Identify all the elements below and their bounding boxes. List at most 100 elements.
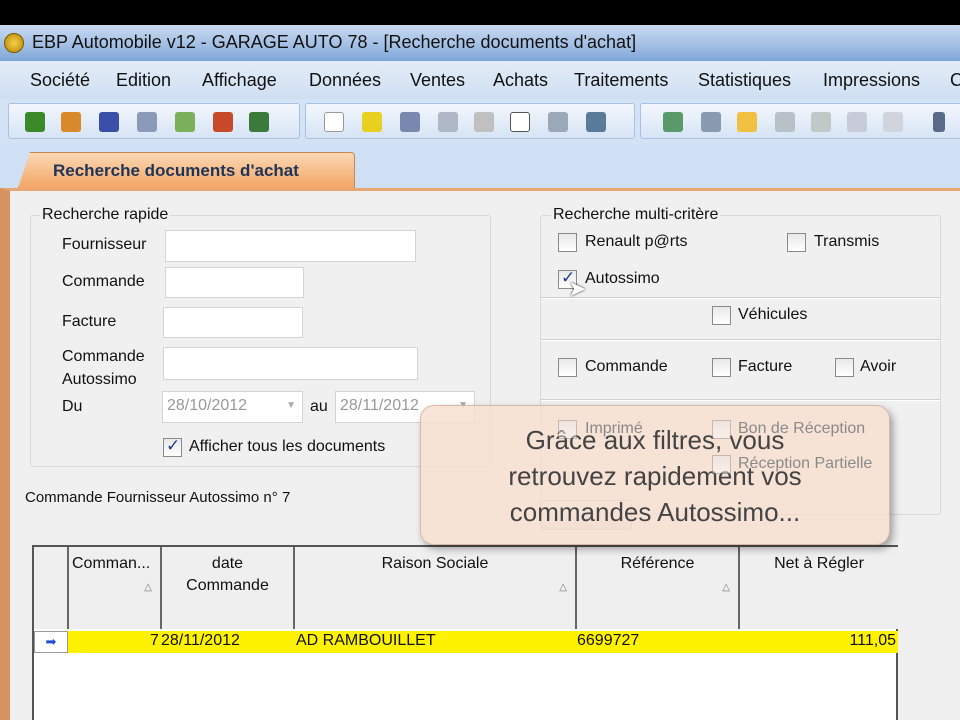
user-red-icon[interactable] [213,112,233,132]
document-icon[interactable] [775,112,795,132]
header-label: Raison Sociale [381,555,489,572]
cell-raison-sociale: AD RAMBOUILLET [296,632,436,649]
separator [541,297,940,299]
commande-label: Commande [62,273,145,290]
commande-checkbox[interactable] [558,358,577,377]
header-label: Net à Régler [774,555,864,572]
window-title: EBP Automobile v12 - GARAGE AUTO 78 - [R… [32,32,637,52]
imprime-label: Imprimé [585,420,643,437]
supplier-green-icon[interactable] [249,112,269,132]
supplier-icon[interactable] [99,112,119,132]
edit-icon[interactable] [847,112,867,132]
tab-recherche-documents[interactable]: Recherche documents d'achat [18,152,355,188]
export-icon[interactable] [438,112,458,132]
vehicules-checkbox[interactable] [712,306,731,325]
renault-parts-checkbox[interactable] [558,233,577,252]
header-label: Référence [620,555,695,572]
cell-net: 111,05 [849,632,896,649]
tooltip-line-3: commandes Autossimo... [509,497,801,527]
menu-achats[interactable]: Achats [493,70,548,91]
refresh-icon[interactable] [663,112,683,132]
menu-more[interactable]: C [950,70,960,91]
vehicle-icon[interactable] [61,112,81,132]
date-to-value: 28/11/2012 [340,397,419,414]
cell-commande: 7 [150,632,159,649]
transmis-label: Transmis [814,233,880,250]
copy-icon[interactable] [510,112,530,132]
column-header-reference[interactable]: Référence △ [577,547,740,629]
facture-checkbox[interactable] [712,358,731,377]
menu-ventes[interactable]: Ventes [410,70,465,91]
new-icon[interactable] [324,112,344,132]
save-icon[interactable] [400,112,420,132]
date-from-picker[interactable]: 28/10/2012 ▼ [162,391,303,423]
column-header-net[interactable]: Net à Régler [740,547,898,629]
menu-impressions[interactable]: Impressions [823,70,920,91]
cut-icon[interactable] [474,112,494,132]
column-header-raison-sociale[interactable]: Raison Sociale △ [295,547,577,629]
imprime-checkbox[interactable] [558,420,577,439]
show-all-label: Afficher tous les documents [189,438,386,455]
sort-icon: △ [722,582,730,593]
tools-green-icon[interactable] [175,112,195,132]
avoir-checkbox[interactable] [835,358,854,377]
commande-autossimo-input[interactable] [163,347,418,380]
reception-partielle-label: Réception Partielle [738,455,873,472]
result-label: Commande Fournisseur Autossimo n° 7 [25,489,291,506]
sort-icon: △ [144,582,152,593]
autossimo-label: Autossimo [585,270,660,287]
column-header-commande[interactable]: Comman... △ [69,547,162,629]
menu-affichage[interactable]: Affichage [202,70,277,91]
toolbar [0,99,960,144]
print-icon[interactable] [586,112,606,132]
validate-icon[interactable] [811,112,831,132]
header-label: Comman... [72,555,151,572]
commande-autossimo-label-2: Autossimo [62,371,137,388]
client-icon[interactable] [25,112,45,132]
paste-icon[interactable] [548,112,568,132]
fournisseur-input[interactable] [165,230,416,262]
reception-partielle-checkbox[interactable] [712,455,731,474]
menu-traitements[interactable]: Traitements [574,70,668,91]
menu-societe[interactable]: Société [30,70,90,91]
avoir-label: Avoir [860,358,897,375]
toolbar-group-3 [640,103,960,139]
tools-icon[interactable] [137,112,157,132]
open-icon[interactable] [362,112,382,132]
title-bar: EBP Automobile v12 - GARAGE AUTO 78 - [R… [0,25,960,61]
fournisseur-label: Fournisseur [62,236,147,253]
facture-label: Facture [62,313,117,330]
table-row[interactable]: ➡ 7 28/11/2012 AD RAMBOUILLET 6699727 11… [34,631,898,653]
commande-autossimo-label-1: Commande [62,348,145,365]
first-icon[interactable] [933,112,945,132]
facture-input[interactable] [163,307,303,338]
list-icon[interactable] [701,112,721,132]
commande-input[interactable] [165,267,304,298]
tab-label: Recherche documents d'achat [53,161,299,180]
toolbar-group-1 [8,103,300,139]
results-grid: Comman... △ date Commande Raison Sociale △… [32,545,898,720]
app-logo-icon [4,33,24,53]
envelope-icon[interactable] [737,112,757,132]
edit2-icon[interactable] [883,112,903,132]
menu-statistiques[interactable]: Statistiques [698,70,791,91]
facture-filter-label: Facture [738,358,793,375]
menu-donnees[interactable]: Données [309,70,381,91]
commande-filter-label: Commande [585,358,668,375]
au-label: au [310,398,328,415]
multi-search-title: Recherche multi-critère [551,206,721,224]
toolbar-group-2 [305,103,635,139]
transmis-checkbox[interactable] [787,233,806,252]
row-selected-arrow-icon: ➡ [34,631,68,653]
renault-parts-label: Renault p@rts [585,233,688,250]
vehicules-label: Véhicules [738,306,808,323]
show-all-checkbox[interactable] [163,436,182,457]
menu-edition[interactable]: Edition [116,70,171,91]
date-from-value: 28/10/2012 [167,397,248,414]
row-indicator-header [34,547,69,629]
menu-bar: Société Edition Affichage Données Ventes… [0,61,960,99]
sort-icon: △ [559,582,567,593]
column-header-date[interactable]: date Commande [162,547,295,629]
chevron-down-icon[interactable]: ▼ [286,400,296,411]
bon-reception-checkbox[interactable] [712,420,731,439]
